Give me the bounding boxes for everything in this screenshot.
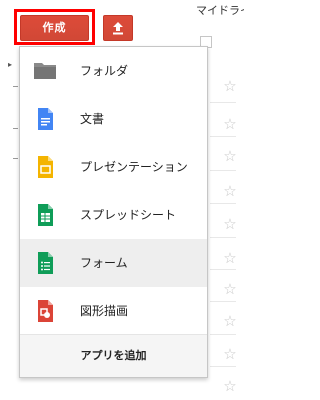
- add-apps-button[interactable]: アプリを追加: [20, 335, 207, 377]
- upload-button[interactable]: [103, 15, 133, 41]
- star-icon[interactable]: ☆: [222, 378, 238, 394]
- row-divider: [210, 301, 236, 302]
- drawing-icon: [38, 300, 53, 322]
- row-divider: [210, 237, 236, 238]
- menu-item-label: フォルダ: [80, 64, 129, 78]
- star-icon[interactable]: ☆: [222, 183, 238, 199]
- star-icon[interactable]: ☆: [222, 313, 238, 329]
- menu-item-label: プレゼンテーション: [80, 160, 188, 174]
- star-icon[interactable]: ☆: [222, 250, 238, 266]
- menu-item-label: スプレッドシート: [80, 208, 177, 222]
- row-divider: [210, 269, 236, 270]
- menu-item-label: 図形描画: [80, 304, 129, 318]
- row-divider: [210, 334, 236, 335]
- my-drive-heading[interactable]: マイドライ: [196, 0, 244, 28]
- row-divider: [210, 203, 236, 204]
- form-icon: [38, 252, 53, 274]
- menu-item-document[interactable]: 文書: [20, 95, 207, 143]
- star-icon[interactable]: ☆: [222, 78, 238, 94]
- star-icon[interactable]: ☆: [222, 281, 238, 297]
- presentation-icon: [38, 156, 53, 178]
- menu-item-drawing[interactable]: 図形描画: [20, 287, 207, 335]
- menu-item-form[interactable]: フォーム: [20, 239, 207, 287]
- tree-line: [13, 158, 18, 159]
- menu-item-presentation[interactable]: プレゼンテーション: [20, 143, 207, 191]
- row-divider: [210, 136, 236, 137]
- tree-line: [13, 86, 18, 87]
- menu-item-label: フォーム: [80, 256, 128, 270]
- menu-item-spreadsheet[interactable]: スプレッドシート: [20, 191, 207, 239]
- star-icon[interactable]: ☆: [222, 346, 238, 362]
- document-icon: [38, 108, 53, 130]
- row-divider: [210, 170, 236, 171]
- menu-item-folder[interactable]: フォルダ: [20, 47, 207, 95]
- folder-icon: [34, 63, 56, 79]
- star-icon[interactable]: ☆: [222, 216, 238, 232]
- create-menu: フォルダ 文書 プレゼンテーション スプレッドシート フォーム 図形描画 アプリ…: [19, 46, 208, 378]
- create-button[interactable]: 作成: [20, 15, 89, 41]
- tree-expand-icon[interactable]: ▸: [8, 60, 12, 69]
- star-icon[interactable]: ☆: [222, 116, 238, 132]
- menu-item-label: 文書: [80, 112, 105, 126]
- spreadsheet-icon: [38, 204, 53, 226]
- tree-line: [13, 128, 18, 129]
- row-divider: [210, 102, 236, 103]
- star-icon[interactable]: ☆: [222, 148, 238, 164]
- row-divider: [210, 366, 236, 367]
- upload-icon: [113, 22, 123, 35]
